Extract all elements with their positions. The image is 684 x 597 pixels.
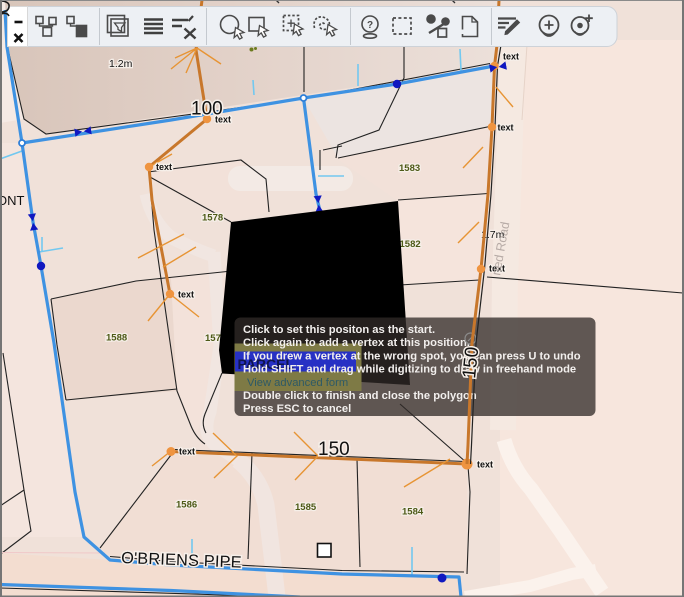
svg-text:text: text — [477, 460, 493, 470]
svg-text:text: text — [498, 123, 514, 133]
svg-text:Hold SHIFT and drag while digi: Hold SHIFT and drag while digitizing to … — [243, 364, 576, 376]
svg-text:1582: 1582 — [400, 239, 421, 250]
svg-text:1584: 1584 — [402, 507, 424, 518]
svg-text:1583: 1583 — [399, 163, 420, 174]
svg-text:text: text — [156, 162, 172, 172]
svg-text:150: 150 — [318, 439, 350, 460]
svg-text:1.2m: 1.2m — [109, 58, 133, 70]
svg-text:Double click to finish and clo: Double click to finish and close the pol… — [243, 390, 477, 402]
svg-text:1586: 1586 — [176, 500, 197, 511]
svg-text:150: 150 — [459, 346, 483, 380]
svg-text:?: ? — [367, 20, 373, 31]
svg-text:If you drew a vertex at the wr: If you drew a vertex at the wrong spot, … — [243, 350, 581, 362]
svg-text:Click to set this positon as t: Click to set this positon as the start. — [243, 324, 435, 336]
svg-text:View advanced form: View advanced form — [247, 377, 348, 389]
svg-text:1588: 1588 — [106, 333, 127, 344]
svg-text:157: 157 — [205, 333, 221, 344]
svg-text:1578: 1578 — [202, 213, 223, 224]
svg-text:Press ESC to cancel: Press ESC to cancel — [243, 403, 351, 415]
svg-text:100: 100 — [191, 99, 223, 120]
svg-text:ONT: ONT — [0, 193, 25, 208]
svg-text:1585: 1585 — [295, 502, 317, 513]
svg-text:text: text — [179, 447, 195, 457]
svg-text:text: text — [503, 52, 519, 62]
svg-text:Click again to add a vertex at: Click again to add a vertex at this posi… — [243, 337, 470, 349]
svg-text:text: text — [178, 290, 194, 300]
